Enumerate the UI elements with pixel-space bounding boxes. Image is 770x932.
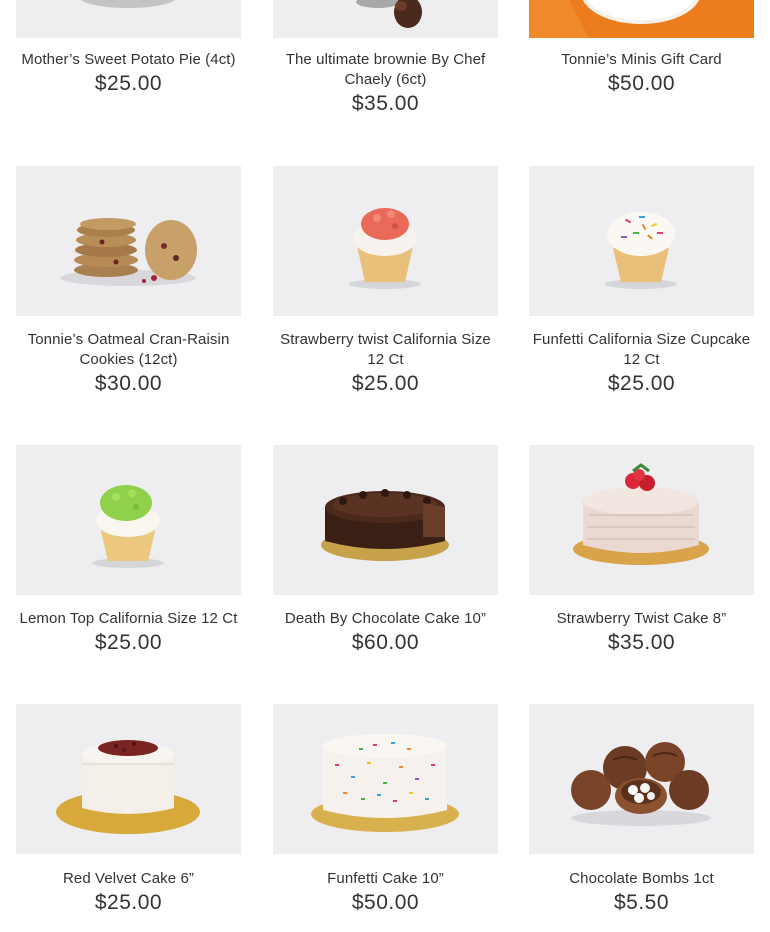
- product-price: $35.00: [607, 631, 676, 654]
- product-price: $35.00: [351, 92, 420, 115]
- product-name[interactable]: Chocolate Bombs 1ct: [529, 869, 754, 889]
- product-name[interactable]: Tonnie’s Oatmeal Cran-Raisin Cookies (12…: [16, 330, 241, 370]
- product-price: $25.00: [607, 372, 676, 395]
- product-price: $25.00: [94, 72, 163, 95]
- product-card[interactable]: Funfetti Cake 10” $50.00: [273, 704, 498, 915]
- product-name[interactable]: Tonnie’s Minis Gift Card: [529, 50, 754, 70]
- product-name[interactable]: Red Velvet Cake 6”: [16, 869, 241, 889]
- product-name[interactable]: Strawberry Twist Cake 8”: [529, 609, 754, 629]
- product-name[interactable]: Mother’s Sweet Potato Pie (4ct): [16, 50, 241, 70]
- product-name[interactable]: The ultimate brownie By Chef Chaely (6ct…: [273, 50, 498, 90]
- oatmeal-cookies-image[interactable]: [16, 166, 241, 316]
- product-card[interactable]: Lemon Top California Size 12 Ct $25.00: [16, 445, 241, 655]
- product-name[interactable]: Strawberry twist California Size 12 Ct: [273, 330, 498, 370]
- product-card[interactable]: Strawberry twist California Size 12 Ct $…: [273, 166, 498, 396]
- product-card[interactable]: Chocolate Bombs 1ct $5.50: [529, 704, 754, 915]
- product-card[interactable]: Red Velvet Cake 6” $25.00: [16, 704, 241, 915]
- product-grid: Mother’s Sweet Potato Pie (4ct) $25.00 T…: [0, 0, 770, 932]
- strawberry-cupcake-image[interactable]: [273, 166, 498, 316]
- red-velvet-cake-image[interactable]: [16, 704, 241, 854]
- product-name[interactable]: Funfetti California Size Cupcake 12 Ct: [529, 330, 754, 370]
- product-price: $60.00: [351, 631, 420, 654]
- product-card[interactable]: The ultimate brownie By Chef Chaely (6ct…: [273, 0, 498, 116]
- product-price: $50.00: [351, 891, 420, 914]
- strawberry-cake-image[interactable]: [529, 445, 754, 595]
- product-price: $25.00: [351, 372, 420, 395]
- brownie-image[interactable]: [273, 0, 498, 38]
- product-name[interactable]: Funfetti Cake 10”: [273, 869, 498, 889]
- product-name[interactable]: Lemon Top California Size 12 Ct: [16, 609, 241, 629]
- product-price: $50.00: [607, 72, 676, 95]
- product-card[interactable]: Tonnie’s Oatmeal Cran-Raisin Cookies (12…: [16, 166, 241, 396]
- lemon-cupcake-image[interactable]: [16, 445, 241, 595]
- chocolate-cake-image[interactable]: [273, 445, 498, 595]
- gift-card-image[interactable]: [529, 0, 754, 38]
- product-price: $25.00: [94, 631, 163, 654]
- product-card[interactable]: Funfetti California Size Cupcake 12 Ct $…: [529, 166, 754, 396]
- chocolate-bombs-image[interactable]: [529, 704, 754, 854]
- sweet-potato-pie-image[interactable]: [16, 0, 241, 38]
- product-price: $30.00: [94, 372, 163, 395]
- product-card[interactable]: Death By Chocolate Cake 10” $60.00: [273, 445, 498, 655]
- product-card[interactable]: Strawberry Twist Cake 8” $35.00: [529, 445, 754, 655]
- product-card[interactable]: Mother’s Sweet Potato Pie (4ct) $25.00: [16, 0, 241, 96]
- funfetti-cupcake-image[interactable]: [529, 166, 754, 316]
- product-name[interactable]: Death By Chocolate Cake 10”: [273, 609, 498, 629]
- funfetti-cake-image[interactable]: [273, 704, 498, 854]
- product-price: $5.50: [613, 891, 670, 914]
- product-card[interactable]: Tonnie’s Minis Gift Card $50.00: [529, 0, 754, 96]
- product-price: $25.00: [94, 891, 163, 914]
